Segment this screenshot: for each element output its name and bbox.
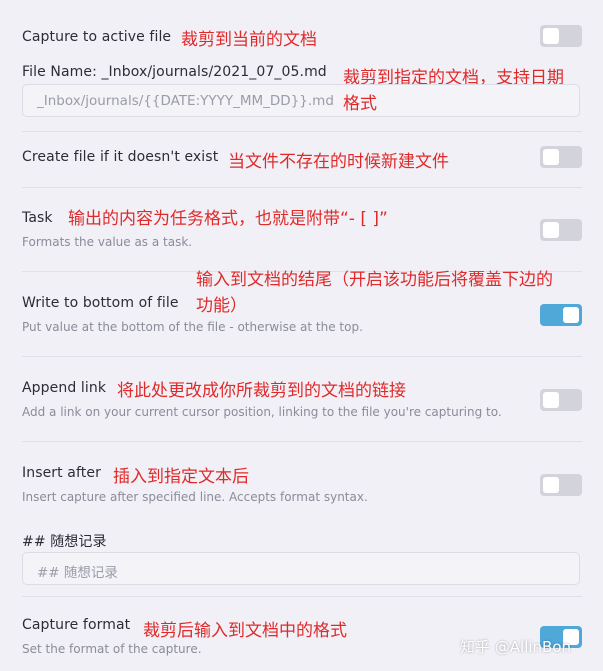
file-name-input-value: _Inbox/journals/{{DATE:YYYY_MM_DD}}.md — [37, 93, 334, 109]
insert-after-annotation: 插入到指定文本后 — [113, 467, 249, 487]
insert-after-toggle[interactable] — [540, 474, 582, 496]
create-file-label: Create file if it doesn't exist — [22, 149, 219, 165]
toggle-knob — [543, 392, 559, 408]
watermark: 知乎 @AllinBon — [460, 638, 572, 656]
toggle-knob — [543, 222, 559, 238]
file-name-annotation-line2: 格式 — [343, 94, 377, 114]
create-file-annotation: 当文件不存在的时候新建文件 — [228, 152, 449, 172]
capture-format-annotation: 裁剪后输入到文档中的格式 — [143, 621, 347, 641]
divider — [22, 131, 582, 132]
task-toggle[interactable] — [540, 219, 582, 241]
task-description: Formats the value as a task. — [22, 235, 193, 249]
file-name-label: File Name: _Inbox/journals/2021_07_05.md — [22, 64, 327, 80]
divider — [22, 441, 582, 442]
write-bottom-label: Write to bottom of file — [22, 295, 179, 311]
divider — [22, 187, 582, 188]
insert-after-value-label: ## 随想记录 — [22, 534, 107, 550]
toggle-knob — [543, 477, 559, 493]
toggle-knob — [543, 28, 559, 44]
toggle-knob — [543, 149, 559, 165]
write-bottom-annotation-line2: 功能） — [196, 296, 247, 316]
insert-after-input-value: ## 随想记录 — [37, 565, 118, 581]
insert-after-label: Insert after — [22, 465, 101, 481]
capture-active-label: Capture to active file — [22, 29, 172, 45]
create-file-toggle[interactable] — [540, 146, 582, 168]
divider — [22, 596, 582, 597]
capture-format-description: Set the format of the capture. — [22, 642, 202, 656]
toggle-knob — [563, 307, 579, 323]
write-bottom-toggle[interactable] — [540, 304, 582, 326]
insert-after-input[interactable]: ## 随想记录 — [22, 552, 580, 585]
task-annotation: 输出的内容为任务格式，也就是附带“- [ ]” — [68, 209, 388, 229]
append-link-description: Add a link on your current cursor positi… — [22, 405, 502, 419]
append-link-label: Append link — [22, 380, 107, 396]
capture-active-toggle[interactable] — [540, 25, 582, 47]
file-name-input[interactable]: _Inbox/journals/{{DATE:YYYY_MM_DD}}.md — [22, 84, 580, 117]
task-label: Task — [22, 210, 53, 226]
insert-after-description: Insert capture after specified line. Acc… — [22, 490, 368, 504]
append-link-toggle[interactable] — [540, 389, 582, 411]
divider — [22, 356, 582, 357]
write-bottom-description: Put value at the bottom of the file - ot… — [22, 320, 363, 334]
append-link-annotation: 将此处更改成你所裁剪到的文档的链接 — [117, 381, 406, 401]
capture-format-label: Capture format — [22, 617, 131, 633]
capture-active-annotation: 裁剪到当前的文档 — [181, 30, 317, 50]
write-bottom-annotation-line1: 输入到文档的结尾（开启该功能后将覆盖下边的 — [196, 270, 553, 290]
